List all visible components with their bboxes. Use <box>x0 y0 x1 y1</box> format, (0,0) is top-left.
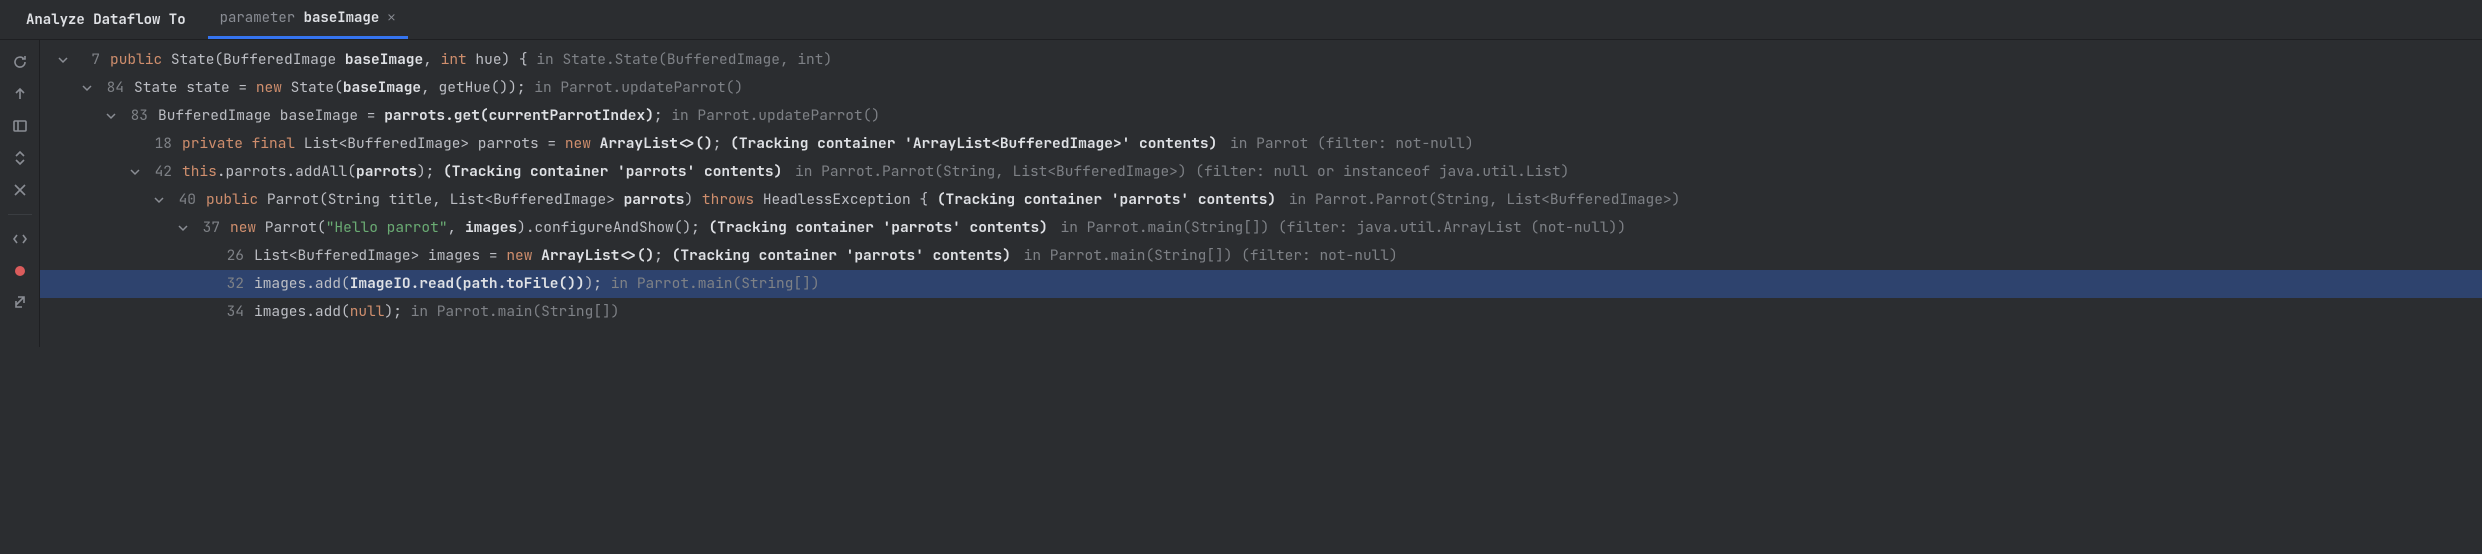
close-icon[interactable]: ✕ <box>387 9 395 27</box>
tree-row[interactable]: 7 public State(BufferedImage baseImage, i… <box>40 46 2482 74</box>
code-text: public Parrot(String title, List<Buffere… <box>206 186 1680 214</box>
layout-icon[interactable] <box>10 116 30 136</box>
line-number: 84 <box>100 74 124 102</box>
tree-row[interactable]: 40 public Parrot(String title, List<Buffe… <box>40 186 2482 214</box>
line-number: 42 <box>148 158 172 186</box>
line-number: 18 <box>148 130 172 158</box>
code-text: images.add(null); in Parrot.main(String[… <box>254 298 619 326</box>
separator <box>8 214 32 215</box>
code-text: BufferedImage baseImage = parrots.get(cu… <box>158 102 880 130</box>
tree-row[interactable]: 26 List<BufferedImage> images = new Array… <box>40 242 2482 270</box>
refresh-icon[interactable] <box>10 52 30 72</box>
line-number: 83 <box>124 102 148 130</box>
line-number: 32 <box>220 270 244 298</box>
line-number: 40 <box>172 186 196 214</box>
chevron-down-icon[interactable] <box>78 79 96 97</box>
tree-row[interactable]: 32 images.add(ImageIO.read(path.toFile())… <box>40 270 2482 298</box>
panel-title: Analyze Dataflow To <box>26 0 186 39</box>
code-text: images.add(ImageIO.read(path.toFile()));… <box>254 270 820 298</box>
tree-row[interactable]: 42 this.parrots.addAll(parrots); (Trackin… <box>40 158 2482 186</box>
line-number: 7 <box>76 46 100 74</box>
tree-row[interactable]: 84 State state = new State(baseImage, get… <box>40 74 2482 102</box>
chevron-down-icon[interactable] <box>174 219 192 237</box>
code-text: this.parrots.addAll(parrots); (Tracking … <box>182 158 1569 186</box>
export-icon[interactable] <box>10 293 30 313</box>
tab-prefix: parameter <box>220 9 296 27</box>
tab-active[interactable]: parameter baseImage ✕ <box>208 0 408 39</box>
code-text: public State(BufferedImage baseImage, in… <box>110 46 832 74</box>
tab-strong: baseImage <box>304 9 380 27</box>
chevron-down-icon[interactable] <box>126 163 144 181</box>
sidebar <box>0 40 40 347</box>
expand-vertical-icon[interactable] <box>10 148 30 168</box>
code-text: List<BufferedImage> images = new ArrayLi… <box>254 242 1398 270</box>
line-number: 26 <box>220 242 244 270</box>
line-number: 34 <box>220 298 244 326</box>
record-icon[interactable] <box>10 261 30 281</box>
code-text: new Parrot("Hello parrot", images).confi… <box>230 214 1626 242</box>
chevron-down-icon[interactable] <box>102 107 120 125</box>
code-icon[interactable] <box>10 229 30 249</box>
tree-row[interactable]: 37 new Parrot("Hello parrot", images).con… <box>40 214 2482 242</box>
tree-row[interactable]: 34 images.add(null); in Parrot.main(Strin… <box>40 298 2482 326</box>
collapse-icon[interactable] <box>10 180 30 200</box>
up-arrow-icon[interactable] <box>10 84 30 104</box>
chevron-down-icon[interactable] <box>54 51 72 69</box>
code-text: private final List<BufferedImage> parrot… <box>182 130 1474 158</box>
dataflow-tree[interactable]: 7 public State(BufferedImage baseImage, i… <box>40 40 2482 347</box>
tree-row[interactable]: 18 private final List<BufferedImage> parr… <box>40 130 2482 158</box>
line-number: 37 <box>196 214 220 242</box>
chevron-down-icon[interactable] <box>150 191 168 209</box>
tree-row[interactable]: 83 BufferedImage baseImage = parrots.get(… <box>40 102 2482 130</box>
code-text: State state = new State(baseImage, getHu… <box>134 74 743 102</box>
tabbar: Analyze Dataflow To parameter baseImage … <box>0 0 2482 40</box>
